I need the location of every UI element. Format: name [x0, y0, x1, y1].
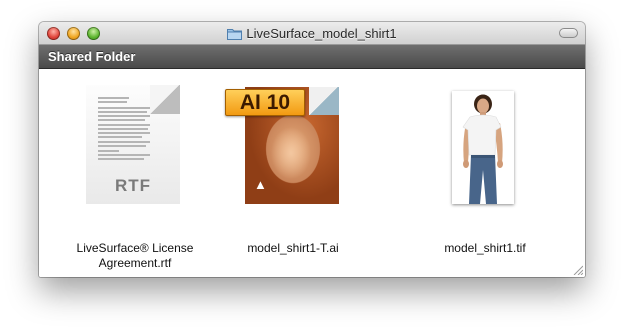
- window-title-group: LiveSurface_model_shirt1: [39, 22, 585, 45]
- document-text-preview: [98, 97, 150, 162]
- folder-icon: [227, 28, 243, 40]
- resize-grip-icon[interactable]: [573, 265, 583, 275]
- path-bar: Shared Folder: [39, 45, 585, 69]
- file-name-label[interactable]: model_shirt1-T.ai: [213, 241, 373, 256]
- file-name-label[interactable]: model_shirt1.tif: [405, 241, 565, 256]
- window-title: LiveSurface_model_shirt1: [246, 26, 397, 41]
- file-type-badge: RTF: [114, 176, 152, 195]
- toolbar-toggle-button[interactable]: [559, 28, 578, 38]
- file-type-badge: AI 10: [225, 89, 305, 116]
- file-name-label[interactable]: LiveSurface® License Agreement.rtf: [55, 241, 215, 271]
- icon-view: RTF LiveSurface® License Agreement.rtf A…: [39, 69, 585, 277]
- path-bar-label: Shared Folder: [48, 49, 136, 64]
- title-bar[interactable]: LiveSurface_model_shirt1: [39, 22, 585, 45]
- finder-window: LiveSurface_model_shirt1 Shared Folder R…: [39, 22, 585, 277]
- tif-image-thumbnail[interactable]: [452, 91, 514, 204]
- page-fold: [150, 85, 180, 114]
- adobe-logo-icon: ▲: [254, 177, 267, 192]
- page-fold: [309, 87, 339, 115]
- model-photo: [462, 94, 503, 204]
